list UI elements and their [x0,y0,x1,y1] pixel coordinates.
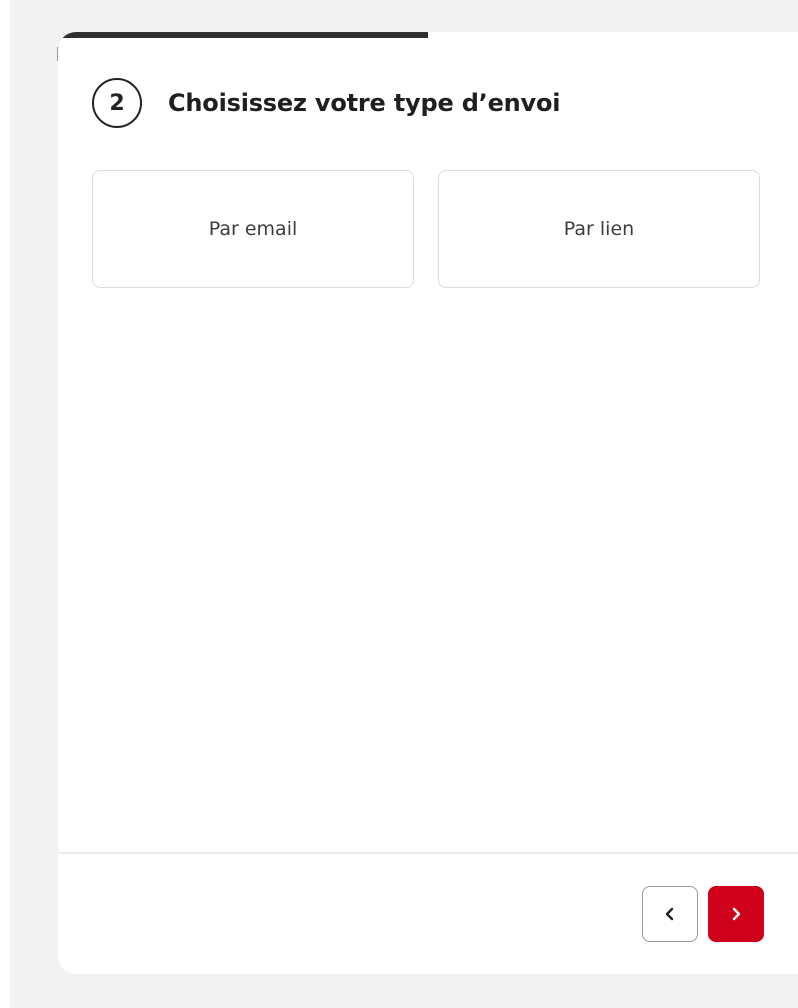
page: 2 Choisissez votre type d’envoi Par emai… [0,0,798,1008]
previous-button[interactable] [642,886,698,942]
chevron-left-icon [665,907,674,921]
chevron-right-icon [732,907,741,921]
option-link-button[interactable]: Par lien [438,170,760,288]
navigation-buttons [642,886,764,942]
step-number-badge: 2 [92,78,142,128]
step-title: Choisissez votre type d’envoi [168,89,561,117]
left-margin [0,0,10,1008]
next-button[interactable] [708,886,764,942]
option-email-button[interactable]: Par email [92,170,414,288]
send-type-options: Par email Par lien [92,170,760,288]
progress-bar [58,32,798,38]
progress-bar-fill [58,32,428,38]
step-header: 2 Choisissez votre type d’envoi [92,78,561,128]
footer-divider [58,852,798,854]
step-card: 2 Choisissez votre type d’envoi Par emai… [58,32,798,974]
